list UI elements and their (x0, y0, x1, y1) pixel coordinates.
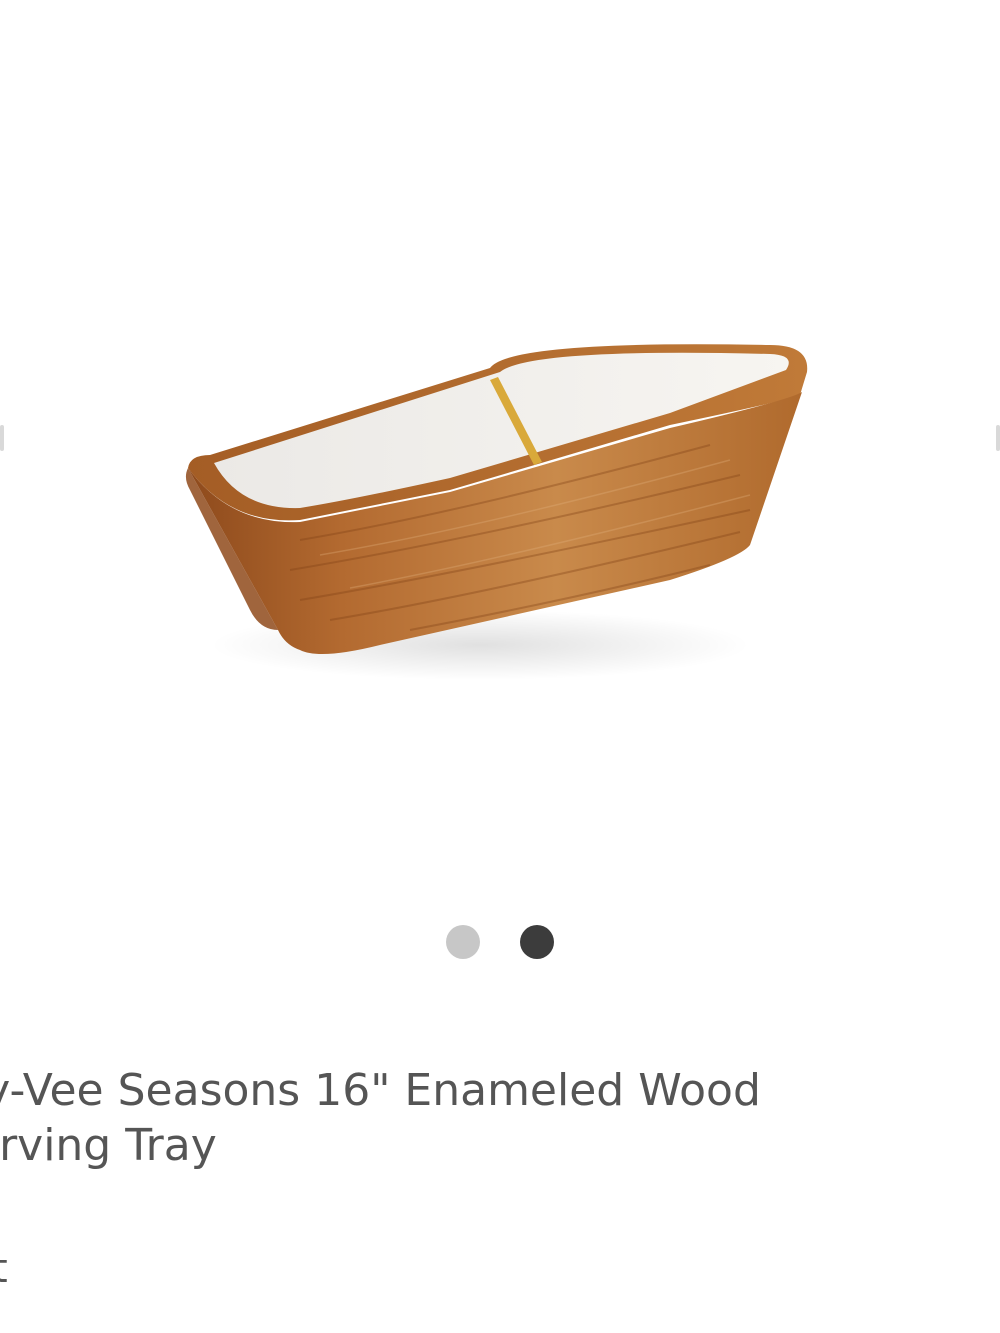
product-image-gallery[interactable] (0, 0, 1000, 900)
carousel-dot-1[interactable] (446, 925, 480, 959)
product-title-line-1: ly-Vee Seasons 16" Enameled Wood (0, 1065, 761, 1116)
carousel-pagination (0, 925, 1000, 961)
carousel-dot-2[interactable] (520, 925, 554, 959)
product-title-line-2: erving Tray (0, 1120, 217, 1172)
product-title: ly-Vee Seasons 16" Enameled Wood erving … (0, 1063, 972, 1174)
next-image-edge[interactable] (996, 425, 1000, 451)
previous-image-edge[interactable] (0, 425, 4, 451)
product-image (185, 344, 808, 680)
product-subtext: ct (0, 1246, 8, 1292)
